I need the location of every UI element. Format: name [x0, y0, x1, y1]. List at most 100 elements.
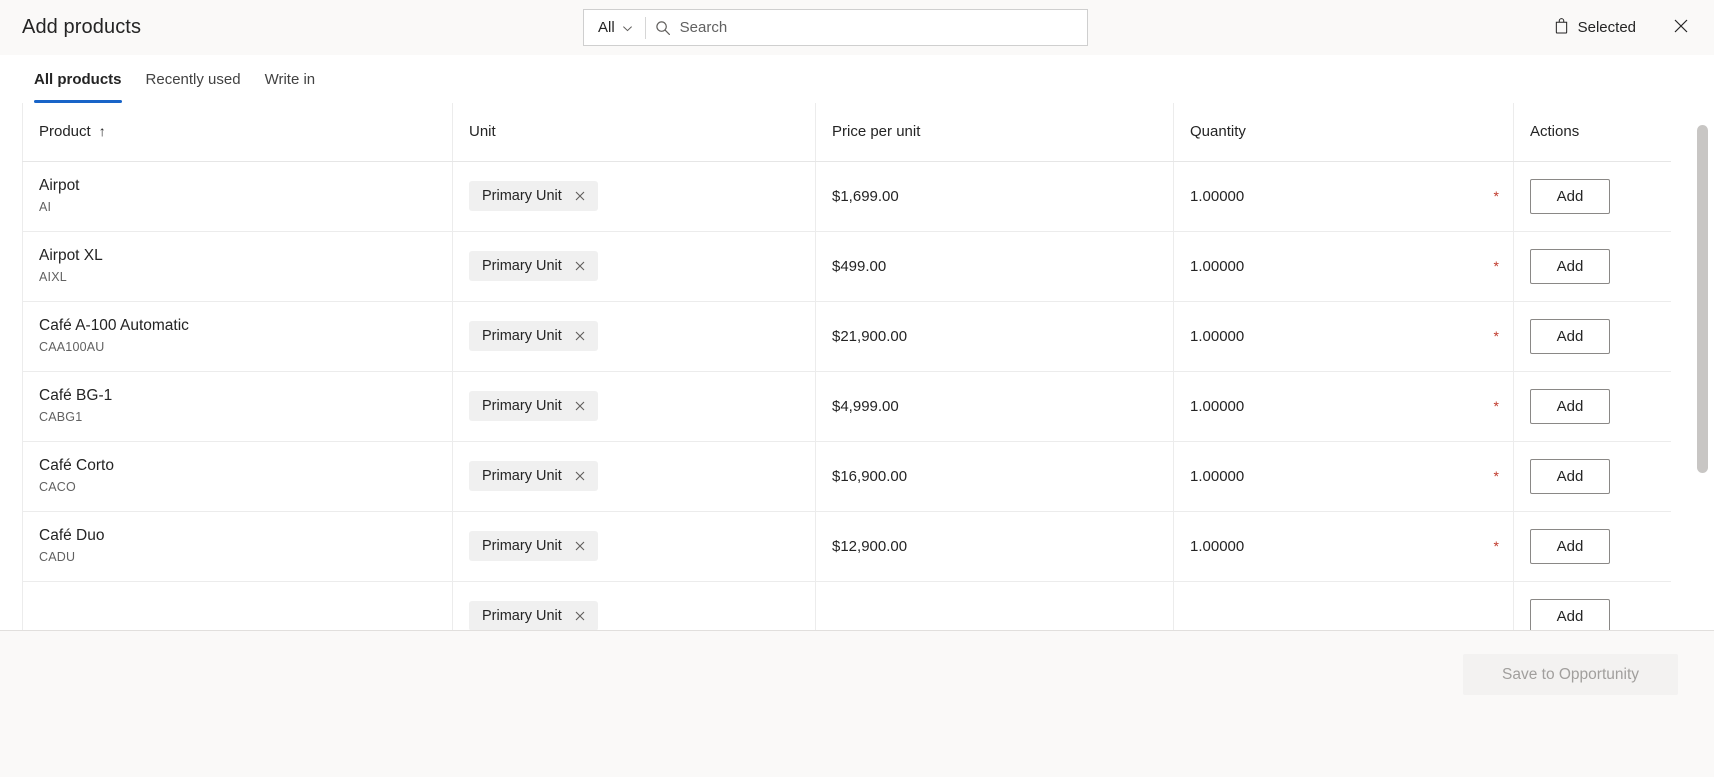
- table-body: Airpot AI Primary Unit $1,699.00 1.00000…: [22, 161, 1671, 630]
- column-header-unit[interactable]: Unit: [452, 103, 816, 162]
- close-icon: [1672, 17, 1690, 38]
- column-header-product[interactable]: Product ↑: [22, 103, 453, 162]
- unit-tag-label: Primary Unit: [482, 468, 562, 484]
- search-bar[interactable]: All: [583, 9, 1088, 46]
- product-name: Airpot XL: [39, 247, 103, 264]
- search-scope-selector[interactable]: All: [584, 10, 645, 45]
- product-name: Café Corto: [39, 457, 114, 474]
- search-scope-label: All: [598, 19, 615, 36]
- unit-tag-label: Primary Unit: [482, 188, 562, 204]
- unit-tag[interactable]: Primary Unit: [469, 181, 598, 211]
- unit-cell: Primary Unit: [452, 511, 816, 582]
- table-row[interactable]: Airpot AI Primary Unit $1,699.00 1.00000…: [22, 161, 1671, 232]
- product-code: CAA100AU: [39, 340, 105, 354]
- product-code: CADU: [39, 550, 76, 564]
- product-code: AIXL: [39, 270, 67, 284]
- unit-cell: Primary Unit: [452, 441, 816, 512]
- price-cell: $499.00: [815, 231, 1174, 302]
- table-row[interactable]: Primary Unit Add: [22, 581, 1671, 630]
- save-to-opportunity-button[interactable]: Save to Opportunity: [1463, 654, 1678, 695]
- column-header-price-per-unit[interactable]: Price per unit: [815, 103, 1174, 162]
- quantity-cell[interactable]: 1.00000 *: [1173, 161, 1514, 232]
- table-header-row: Product ↑ Unit Price per unit Quantity Ac…: [22, 103, 1671, 162]
- remove-unit-icon[interactable]: [573, 259, 587, 273]
- add-button[interactable]: Add: [1530, 458, 1610, 494]
- unit-tag[interactable]: Primary Unit: [469, 251, 598, 281]
- add-button[interactable]: Add: [1530, 178, 1610, 214]
- remove-unit-icon[interactable]: [573, 609, 587, 623]
- table-row[interactable]: Café BG-1 CABG1 Primary Unit $4,999.00 1…: [22, 371, 1671, 442]
- unit-cell: Primary Unit: [452, 301, 816, 372]
- add-button[interactable]: Add: [1530, 248, 1610, 284]
- shopping-bag-icon: [1554, 17, 1569, 38]
- required-indicator: *: [1493, 468, 1499, 484]
- add-button[interactable]: Add: [1530, 318, 1610, 354]
- product-name: Café Duo: [39, 527, 105, 544]
- chevron-down-icon: [622, 21, 633, 32]
- unit-tag[interactable]: Primary Unit: [469, 601, 598, 630]
- column-header-product-label: Product: [39, 123, 91, 141]
- quantity-value: 1.00000: [1190, 327, 1245, 345]
- tab-write-in[interactable]: Write in: [253, 55, 328, 103]
- column-header-actions: Actions: [1513, 103, 1671, 162]
- unit-tag-label: Primary Unit: [482, 398, 562, 414]
- close-button[interactable]: [1666, 13, 1696, 43]
- vertical-scrollbar[interactable]: [1697, 125, 1708, 630]
- quantity-value: 1.00000: [1190, 467, 1245, 485]
- unit-cell: Primary Unit: [452, 581, 816, 630]
- tab-recently-used[interactable]: Recently used: [134, 55, 253, 103]
- column-header-quantity[interactable]: Quantity: [1173, 103, 1514, 162]
- add-products-dialog: Add products All Search Selected All pro…: [0, 0, 1714, 777]
- quantity-cell[interactable]: 1.00000 *: [1173, 441, 1514, 512]
- unit-cell: Primary Unit: [452, 231, 816, 302]
- quantity-cell[interactable]: [1173, 581, 1514, 630]
- dialog-footer: Save to Opportunity: [0, 630, 1714, 777]
- unit-cell: Primary Unit: [452, 161, 816, 232]
- scrollbar-thumb[interactable]: [1697, 125, 1708, 473]
- price-cell: $1,699.00: [815, 161, 1174, 232]
- actions-cell: Add: [1513, 581, 1671, 630]
- quantity-cell[interactable]: 1.00000 *: [1173, 511, 1514, 582]
- quantity-value: 1.00000: [1190, 397, 1245, 415]
- add-button[interactable]: Add: [1530, 388, 1610, 424]
- products-table: Product ↑ Unit Price per unit Quantity Ac…: [22, 103, 1671, 630]
- required-indicator: *: [1493, 398, 1499, 414]
- table-row[interactable]: Airpot XL AIXL Primary Unit $499.00 1.00…: [22, 231, 1671, 302]
- quantity-cell[interactable]: 1.00000 *: [1173, 301, 1514, 372]
- price-cell: [815, 581, 1174, 630]
- unit-cell: Primary Unit: [452, 371, 816, 442]
- product-cell: Airpot XL AIXL: [22, 231, 453, 302]
- unit-tag[interactable]: Primary Unit: [469, 531, 598, 561]
- tab-all-products[interactable]: All products: [22, 55, 134, 103]
- unit-tag[interactable]: Primary Unit: [469, 461, 598, 491]
- unit-tag[interactable]: Primary Unit: [469, 321, 598, 351]
- search-input[interactable]: [679, 10, 1087, 45]
- price-cell: $21,900.00: [815, 301, 1174, 372]
- unit-tag-label: Primary Unit: [482, 608, 562, 624]
- product-cell: Café A-100 Automatic CAA100AU: [22, 301, 453, 372]
- quantity-cell[interactable]: 1.00000 *: [1173, 371, 1514, 442]
- table-row[interactable]: Café Corto CACO Primary Unit $16,900.00: [22, 441, 1671, 512]
- remove-unit-icon[interactable]: [573, 399, 587, 413]
- selected-button[interactable]: Selected: [1550, 11, 1640, 44]
- actions-cell: Add: [1513, 301, 1671, 372]
- remove-unit-icon[interactable]: [573, 329, 587, 343]
- add-button[interactable]: Add: [1530, 528, 1610, 564]
- remove-unit-icon[interactable]: [573, 539, 587, 553]
- required-indicator: *: [1493, 258, 1499, 274]
- tab-list: All products Recently used Write in: [0, 55, 1714, 103]
- remove-unit-icon[interactable]: [573, 189, 587, 203]
- product-cell: Café Corto CACO: [22, 441, 453, 512]
- price-cell: $12,900.00: [815, 511, 1174, 582]
- add-button[interactable]: Add: [1530, 598, 1610, 630]
- table-row[interactable]: Café Duo CADU Primary Unit $12,900.00 1.…: [22, 511, 1671, 582]
- quantity-value: 1.00000: [1190, 537, 1245, 555]
- unit-tag-label: Primary Unit: [482, 538, 562, 554]
- remove-unit-icon[interactable]: [573, 469, 587, 483]
- product-cell: Café Duo CADU: [22, 511, 453, 582]
- product-code: CACO: [39, 480, 76, 494]
- quantity-cell[interactable]: 1.00000 *: [1173, 231, 1514, 302]
- unit-tag[interactable]: Primary Unit: [469, 391, 598, 421]
- quantity-value: 1.00000: [1190, 187, 1245, 205]
- table-row[interactable]: Café A-100 Automatic CAA100AU Primary Un…: [22, 301, 1671, 372]
